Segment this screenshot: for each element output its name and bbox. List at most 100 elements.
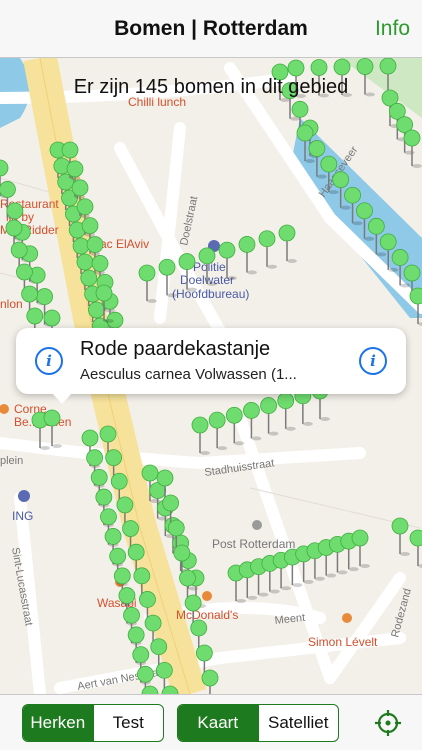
tree-pin-icon[interactable] xyxy=(178,253,196,270)
tree-pin-icon[interactable] xyxy=(133,567,151,585)
info-icon[interactable]: i xyxy=(35,347,63,375)
tree-pin-icon[interactable] xyxy=(118,587,136,604)
tree-pin-icon[interactable] xyxy=(95,488,113,506)
tree-pin-icon[interactable] xyxy=(225,406,243,424)
tree-pin-icon[interactable] xyxy=(26,307,44,325)
tree-pin-icon[interactable] xyxy=(308,140,326,157)
tree-pin-icon[interactable] xyxy=(132,646,150,664)
tree-pin-icon[interactable] xyxy=(21,285,39,303)
tree-pin-icon[interactable] xyxy=(86,236,104,253)
tree-pin-icon[interactable] xyxy=(409,529,422,547)
tree-pin-icon[interactable] xyxy=(167,519,185,537)
tree-pin-icon[interactable] xyxy=(403,264,421,282)
tree-pin-icon[interactable] xyxy=(10,241,28,259)
tree-pin-icon[interactable] xyxy=(81,429,99,447)
tree-callout[interactable]: i Rode paardekastanje Aesculus carnea Vo… xyxy=(16,328,406,404)
tree-pin-icon[interactable] xyxy=(367,217,385,235)
tree-pin-icon[interactable] xyxy=(91,255,109,272)
tree-pin-icon[interactable] xyxy=(43,309,61,327)
tree-pin-icon[interactable] xyxy=(88,301,105,319)
tree-pin-icon[interactable] xyxy=(76,253,94,271)
tree-pin-icon[interactable] xyxy=(66,160,84,178)
detail-info-icon[interactable]: i xyxy=(359,347,387,375)
tree-pin-icon[interactable] xyxy=(138,264,156,282)
tree-pin-icon[interactable] xyxy=(296,124,314,142)
tree-pin-icon[interactable] xyxy=(105,449,123,467)
tree-pin-icon[interactable] xyxy=(351,529,369,547)
tree-pin-icon[interactable] xyxy=(218,241,236,259)
tree-pin-icon[interactable] xyxy=(208,411,226,429)
tree-pin-icon[interactable] xyxy=(409,287,422,305)
tree-pin-icon[interactable] xyxy=(113,567,131,585)
tree-pin-icon[interactable] xyxy=(122,520,139,537)
tree-pin-icon[interactable] xyxy=(344,186,361,204)
tree-pin-icon[interactable] xyxy=(100,508,117,526)
tree-pin-icon[interactable] xyxy=(144,614,162,632)
tree-pin-icon[interactable] xyxy=(195,644,213,662)
tree-pin-icon[interactable] xyxy=(162,494,180,512)
tree-pin-icon[interactable] xyxy=(127,543,145,561)
tree-pin-icon[interactable] xyxy=(356,58,374,75)
tree-pin-icon[interactable] xyxy=(287,59,305,77)
tree-pin-icon[interactable] xyxy=(86,449,104,467)
tree-pin-icon[interactable] xyxy=(333,58,351,76)
tree-pin-icon[interactable] xyxy=(72,237,90,255)
tree-pin-icon[interactable] xyxy=(76,198,94,216)
mode-segmented-control[interactable]: Herken Test xyxy=(22,704,164,742)
tree-pin-icon[interactable] xyxy=(320,155,338,173)
tree-pin-icon[interactable] xyxy=(277,392,295,410)
tree-pin-icon[interactable] xyxy=(71,179,89,197)
tree-pin-icon[interactable] xyxy=(90,468,108,486)
tree-pin-icon[interactable] xyxy=(156,469,174,487)
segment-satelliet[interactable]: Satelliet xyxy=(257,705,339,741)
tree-pin-icon[interactable] xyxy=(61,141,79,159)
tree-pin-icon[interactable] xyxy=(190,619,208,637)
tree-pin-icon[interactable] xyxy=(136,665,154,683)
tree-pin-icon[interactable] xyxy=(310,59,328,76)
tree-pin-icon[interactable] xyxy=(179,569,196,587)
tree-pin-icon[interactable] xyxy=(391,517,409,535)
tree-pin-icon[interactable] xyxy=(155,661,173,679)
tree-pin-icon[interactable] xyxy=(15,263,33,281)
tree-pin-icon[interactable] xyxy=(379,58,397,75)
tree-pin-icon[interactable] xyxy=(191,416,209,434)
tree-pin-icon[interactable] xyxy=(36,288,53,305)
tree-pin-icon[interactable] xyxy=(5,219,23,237)
segment-herken[interactable]: Herken xyxy=(23,705,93,741)
tree-pin-icon[interactable] xyxy=(379,233,397,251)
tree-pin-icon[interactable] xyxy=(81,217,99,235)
tree-pin-icon[interactable] xyxy=(43,409,61,427)
tree-pin-icon[interactable] xyxy=(141,464,159,482)
tree-pin-icon[interactable] xyxy=(260,397,277,414)
tree-pin-icon[interactable] xyxy=(123,606,140,624)
segment-kaart[interactable]: Kaart xyxy=(178,705,258,741)
tree-pin-icon[interactable] xyxy=(109,547,127,565)
tree-pin-icon[interactable] xyxy=(238,236,256,253)
tree-pin-icon[interactable] xyxy=(243,402,260,419)
tree-pin-icon[interactable] xyxy=(104,528,122,545)
tree-pin-icon[interactable] xyxy=(95,284,113,302)
tree-pin-icon[interactable] xyxy=(139,591,156,608)
map-view[interactable]: Chilli lunch Restaurant lia by M... Ridd… xyxy=(0,58,422,694)
info-button[interactable]: Info xyxy=(375,17,410,41)
tree-pin-icon[interactable] xyxy=(391,249,409,266)
tree-pin-icon[interactable] xyxy=(150,638,168,656)
tree-pin-icon[interactable] xyxy=(201,669,219,687)
tree-pin-icon[interactable] xyxy=(6,202,24,220)
tree-pin-icon[interactable] xyxy=(110,472,128,490)
tree-pin-icon[interactable] xyxy=(158,258,176,276)
tree-pin-icon[interactable] xyxy=(356,202,373,220)
tree-pin-icon[interactable] xyxy=(184,594,202,612)
tree-pin-icon[interactable] xyxy=(258,230,276,248)
segment-test[interactable]: Test xyxy=(92,705,164,741)
tree-pin-icon[interactable] xyxy=(403,129,421,147)
tree-pin-icon[interactable] xyxy=(198,247,216,265)
tree-pin-icon[interactable] xyxy=(127,626,145,644)
tree-pin-icon[interactable] xyxy=(116,496,134,514)
tree-pin-icon[interactable] xyxy=(99,425,117,443)
tree-pin-icon[interactable] xyxy=(0,181,16,198)
tree-pin-icon[interactable] xyxy=(291,100,309,118)
tree-pin-icon[interactable] xyxy=(173,544,191,562)
map-type-segmented-control[interactable]: Kaart Satelliet xyxy=(177,704,339,742)
locate-me-icon[interactable] xyxy=(374,709,402,737)
